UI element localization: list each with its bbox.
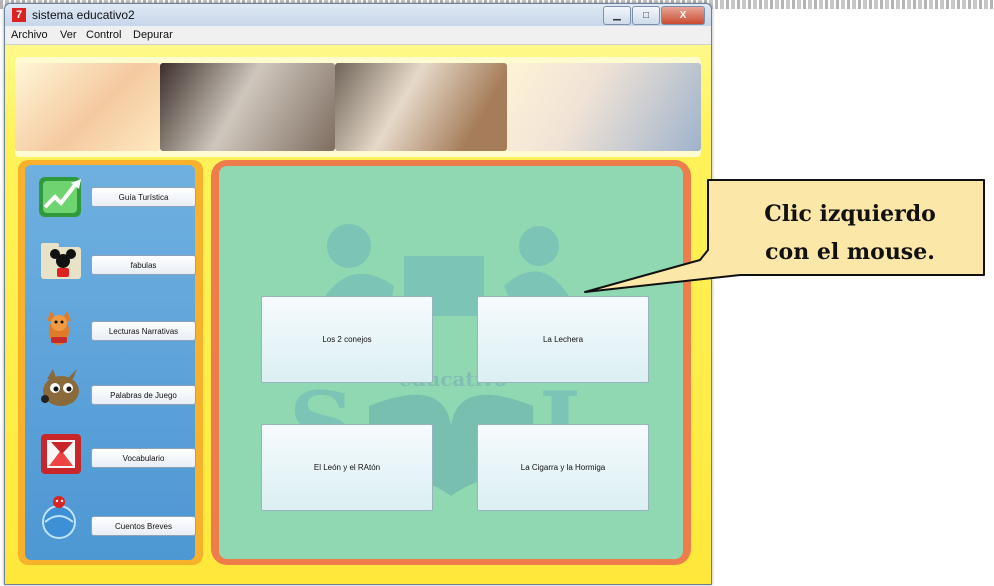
- el-leon-y-el-raton-button[interactable]: El León y el RAtón: [261, 424, 433, 511]
- callout-line-2: con el mouse.: [765, 239, 935, 265]
- fox-mascot-icon: [47, 311, 71, 345]
- sidebar-panel: Guía Turística fabulas Lecturas Narrativ…: [25, 165, 196, 560]
- close-button[interactable]: X: [661, 6, 705, 25]
- gimp-icon: [41, 369, 79, 406]
- menu-control[interactable]: Control: [86, 29, 121, 41]
- mickey-folder-icon: [41, 243, 81, 279]
- window-title: sistema educativo2: [32, 8, 135, 22]
- main-panel: S L educativo Sistema Lector Los 2 conej…: [219, 166, 683, 559]
- chart-arrow-icon: [39, 177, 81, 217]
- app-window: 7 sistema educativo2 ▁ □ X Archivo Ver C…: [4, 3, 712, 585]
- callout-text: Clic izquierdo con el mouse.: [720, 195, 980, 271]
- los-2-conejos-button[interactable]: Los 2 conejos: [261, 296, 433, 383]
- menu-bar: Archivo Ver Control Depurar: [5, 26, 711, 45]
- presentation-icon: [41, 434, 81, 474]
- globe-mascot-icon: [42, 496, 76, 539]
- la-cigarra-y-la-hormiga-button[interactable]: La Cigarra y la Hormiga: [477, 424, 649, 511]
- menu-ver[interactable]: Ver: [60, 29, 77, 41]
- header-banner: [15, 57, 701, 157]
- lecturas-narrativas-button[interactable]: Lecturas Narrativas: [91, 321, 196, 341]
- banner-photo-children-laptop: [507, 63, 701, 151]
- banner-photo-child-desk: [15, 63, 160, 151]
- banner-photo-keyboard: [160, 63, 335, 151]
- menu-archivo[interactable]: Archivo: [11, 29, 48, 41]
- app-icon: 7: [12, 8, 26, 22]
- banner-photo-classroom: [335, 63, 507, 151]
- la-lechera-button[interactable]: La Lechera: [477, 296, 649, 383]
- app-content: Guía Turística fabulas Lecturas Narrativ…: [5, 45, 711, 584]
- vocabulario-button[interactable]: Vocabulario: [91, 448, 196, 468]
- title-bar[interactable]: 7 sistema educativo2 ▁ □ X: [5, 4, 711, 26]
- window-controls: ▁ □ X: [603, 6, 705, 25]
- palabras-de-juego-button[interactable]: Palabras de Juego: [91, 385, 196, 405]
- cuentos-breves-button[interactable]: Cuentos Breves: [91, 516, 196, 536]
- maximize-button[interactable]: □: [632, 6, 660, 25]
- fabulas-button[interactable]: fabulas: [91, 255, 196, 275]
- guia-turistica-button[interactable]: Guía Turística: [91, 187, 196, 207]
- callout-line-1: Clic izquierdo: [764, 201, 936, 227]
- menu-depurar[interactable]: Depurar: [133, 29, 173, 41]
- minimize-button[interactable]: ▁: [603, 6, 631, 25]
